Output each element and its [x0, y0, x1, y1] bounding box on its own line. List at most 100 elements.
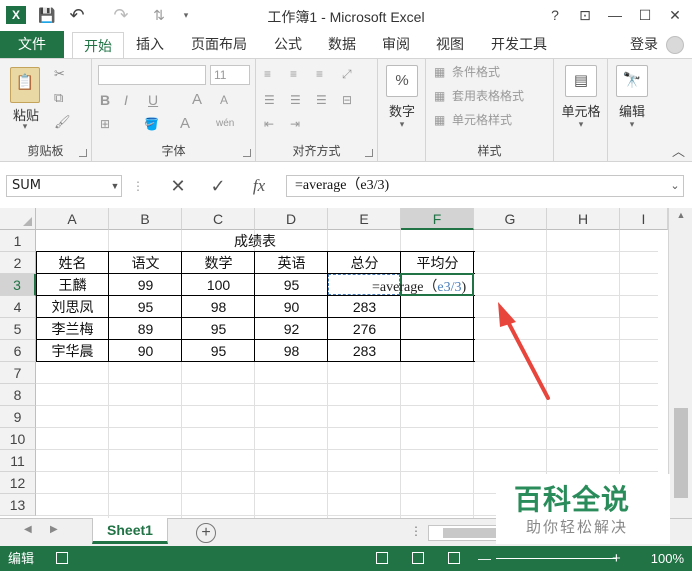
table-cell[interactable]: 刘思凤 [36, 296, 109, 318]
insert-function-button[interactable]: fx [246, 175, 272, 197]
merge-center-icon[interactable]: ⊟ [342, 91, 352, 109]
table-cell[interactable]: 276 [328, 318, 401, 340]
next-sheet-icon[interactable]: ▶ [50, 524, 58, 535]
table-cell[interactable]: 89 [109, 318, 182, 340]
column-header-h[interactable]: H [547, 208, 620, 230]
horizontal-scroll-thumb[interactable] [443, 528, 503, 538]
row-header-2[interactable]: 2 [0, 252, 36, 274]
font-name-combo[interactable] [98, 65, 206, 85]
align-right-icon[interactable]: ☰ [316, 91, 327, 109]
editing-button[interactable]: 编辑 [608, 101, 656, 120]
tab-review[interactable]: 审阅 [374, 31, 418, 58]
font-launcher-icon[interactable] [243, 149, 251, 157]
underline-button[interactable]: U [148, 91, 158, 109]
ribbon-display-button[interactable]: ⊡ [572, 4, 598, 26]
row-header-1[interactable]: 1 [0, 230, 36, 252]
tab-formulas[interactable]: 公式 [266, 31, 310, 58]
table-cell[interactable]: 95 [255, 274, 328, 296]
bold-button[interactable]: B [100, 91, 110, 109]
tab-insert[interactable]: 插入 [128, 31, 172, 58]
cell-f3-editor[interactable]: =average（e3/3) [372, 276, 466, 296]
editing-dropdown-icon[interactable]: ▾ [625, 119, 639, 130]
row-header-6[interactable]: 6 [0, 340, 36, 362]
vertical-scroll-thumb[interactable] [674, 408, 688, 498]
tab-view[interactable]: 视图 [428, 31, 472, 58]
row-header-13[interactable]: 13 [0, 494, 36, 516]
shrink-font-button[interactable]: A [220, 91, 228, 109]
table-cell[interactable]: 95 [109, 296, 182, 318]
cancel-entry-button[interactable]: ✕ [166, 175, 190, 197]
borders-icon[interactable]: ⊞ [100, 115, 110, 133]
conditional-format-button[interactable]: 条件格式 [452, 63, 500, 81]
help-button[interactable]: ? [542, 4, 568, 26]
zoom-out-button[interactable]: — [478, 546, 491, 571]
table-cell[interactable] [401, 296, 474, 318]
table-cell[interactable] [401, 318, 474, 340]
row-header-12[interactable]: 12 [0, 472, 36, 494]
table-cell[interactable]: 宇华晨 [36, 340, 109, 362]
table-cell[interactable]: 283 [328, 296, 401, 318]
header-cell-e[interactable]: 总分 [328, 252, 401, 274]
select-all-button[interactable] [0, 208, 36, 230]
login-link[interactable]: 登录 [630, 31, 658, 58]
sheet-tab-sheet1[interactable]: Sheet1 [92, 518, 168, 544]
scroll-up-icon[interactable]: ▲ [669, 210, 692, 220]
row-header-4[interactable]: 4 [0, 296, 36, 318]
table-cell[interactable]: 95 [182, 340, 255, 362]
table-cell[interactable]: 90 [109, 340, 182, 362]
name-box[interactable]: SUM [6, 175, 122, 197]
align-center-icon[interactable]: ☰ [290, 91, 301, 109]
align-left-icon[interactable]: ☰ [264, 91, 275, 109]
cells-dropdown-icon[interactable]: ▾ [574, 119, 588, 130]
close-button[interactable]: ✕ [662, 4, 688, 26]
table-cell[interactable]: 100 [182, 274, 255, 296]
worksheet-grid[interactable]: ABCDEFGHI 1 2 3 4 5 6 7 8 9 10 11 12 13 成绩表 姓名 语文 数学 英语总… [0, 208, 692, 518]
fill-color-icon[interactable]: 🪣 [144, 115, 159, 133]
tab-splitter-icon[interactable]: ⋮ [410, 524, 422, 538]
increase-indent-icon[interactable]: ⇥ [290, 115, 300, 133]
undo-icon[interactable]: ↶ [66, 5, 88, 25]
row-header-7[interactable]: 7 [0, 362, 36, 384]
copy-icon[interactable]: ⧉ [54, 89, 63, 107]
table-title-cell[interactable]: 成绩表 [36, 230, 474, 252]
row-header-10[interactable]: 10 [0, 428, 36, 450]
cells-icon[interactable]: ▤ [565, 65, 597, 97]
column-header-i[interactable]: I [620, 208, 668, 230]
tab-home[interactable]: 开始 [72, 32, 124, 59]
middle-align-icon[interactable]: ≡ [290, 65, 297, 83]
column-header-d[interactable]: D [255, 208, 328, 230]
table-cell[interactable]: 283 [328, 340, 401, 362]
prev-sheet-icon[interactable]: ◀ [24, 524, 32, 535]
add-sheet-button[interactable]: + [196, 523, 216, 543]
macro-record-icon[interactable] [56, 552, 68, 564]
vertical-scrollbar[interactable]: ▲ [668, 208, 692, 518]
sort-icon[interactable]: ⇅ [148, 5, 170, 25]
expand-formula-icon[interactable]: ⌄ [666, 175, 684, 197]
tab-data[interactable]: 数据 [320, 31, 364, 58]
table-cell[interactable]: 92 [255, 318, 328, 340]
tab-page-layout[interactable]: 页面布局 [182, 31, 256, 58]
column-header-b[interactable]: B [109, 208, 182, 230]
orientation-icon[interactable]: ⤢ [342, 65, 352, 83]
tab-file[interactable]: 文件 [0, 31, 64, 58]
save-icon[interactable]: 💾 [38, 5, 56, 25]
clipboard-launcher-icon[interactable] [79, 149, 87, 157]
table-cell[interactable]: 98 [182, 296, 255, 318]
top-align-icon[interactable]: ≡ [264, 65, 271, 83]
table-cell[interactable]: 李兰梅 [36, 318, 109, 340]
normal-view-icon[interactable] [376, 552, 388, 564]
zoom-slider[interactable] [496, 558, 616, 559]
formula-input[interactable]: =average（e3/3) [286, 175, 684, 197]
header-cell-d[interactable]: 英语 [255, 252, 328, 274]
header-cell-a[interactable]: 姓名 [36, 252, 109, 274]
table-cell[interactable]: 90 [255, 296, 328, 318]
page-layout-view-icon[interactable] [412, 552, 424, 564]
column-header-e[interactable]: E [328, 208, 401, 230]
column-header-f[interactable]: F [401, 208, 474, 230]
row-header-9[interactable]: 9 [0, 406, 36, 428]
zoom-in-button[interactable]: + [612, 546, 621, 571]
tab-developer[interactable]: 开发工具 [482, 31, 556, 58]
customize-qat-icon[interactable]: ▾ [180, 5, 192, 25]
minimize-button[interactable]: — [602, 4, 628, 26]
alignment-launcher-icon[interactable] [365, 149, 373, 157]
